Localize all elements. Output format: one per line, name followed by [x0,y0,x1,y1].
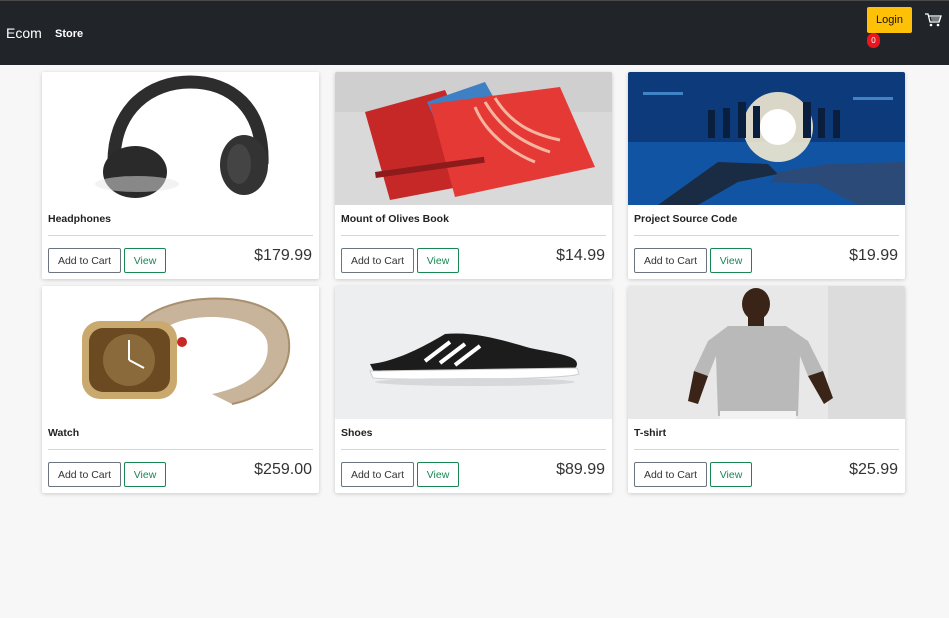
product-title: Headphones [48,213,112,225]
divider [48,235,313,236]
product-price: $19.99 [849,247,898,264]
view-button[interactable]: View [417,248,459,273]
product-image[interactable] [335,286,612,419]
product-card: Mount of Olives Book Add to Cart View $1… [335,72,612,279]
product-price: $89.99 [556,461,605,478]
product-title: Mount of Olives Book [341,213,449,225]
watch-image [42,286,319,419]
product-image[interactable] [335,72,612,205]
product-price: $25.99 [849,461,898,478]
view-button[interactable]: View [417,462,459,487]
brand-logo[interactable]: Ecom [6,25,42,41]
product-image[interactable] [628,286,905,419]
cart-count-badge: 0 [867,33,880,48]
shoes-image [335,286,612,419]
view-button[interactable]: View [710,248,752,273]
add-to-cart-button[interactable]: Add to Cart [48,462,121,487]
divider [634,449,899,450]
add-to-cart-button[interactable]: Add to Cart [341,248,414,273]
view-button[interactable]: View [124,462,166,487]
product-title: Shoes [341,427,373,439]
product-title: Watch [48,427,80,439]
product-image[interactable] [628,72,905,205]
nav-link-store[interactable]: Store [55,28,83,40]
headphones-image [42,72,319,205]
business-handshake-image [628,72,905,205]
product-title: T-shirt [634,427,667,439]
product-image[interactable] [42,72,319,205]
navbar: Ecom Store Login 0 [0,0,949,65]
product-title: Project Source Code [634,213,738,225]
view-button[interactable]: View [124,248,166,273]
login-button[interactable]: Login [867,7,912,33]
add-to-cart-button[interactable]: Add to Cart [634,248,707,273]
cart-icon[interactable] [924,13,942,27]
product-card: Shoes Add to Cart View $89.99 [335,286,612,493]
product-price: $179.99 [254,247,312,264]
divider [48,449,313,450]
product-card: Headphones Add to Cart View $179.99 [42,72,319,279]
add-to-cart-button[interactable]: Add to Cart [48,248,121,273]
product-card: Watch Add to Cart View $259.00 [42,286,319,493]
product-card: T-shirt Add to Cart View $25.99 [628,286,905,493]
product-card: Project Source Code Add to Cart View $19… [628,72,905,279]
tshirt-image [628,286,905,419]
divider [341,449,606,450]
product-price: $14.99 [556,247,605,264]
add-to-cart-button[interactable]: Add to Cart [634,462,707,487]
divider [634,235,899,236]
view-button[interactable]: View [710,462,752,487]
book-image [335,72,612,205]
product-image[interactable] [42,286,319,419]
add-to-cart-button[interactable]: Add to Cart [341,462,414,487]
product-price: $259.00 [254,461,312,478]
divider [341,235,606,236]
